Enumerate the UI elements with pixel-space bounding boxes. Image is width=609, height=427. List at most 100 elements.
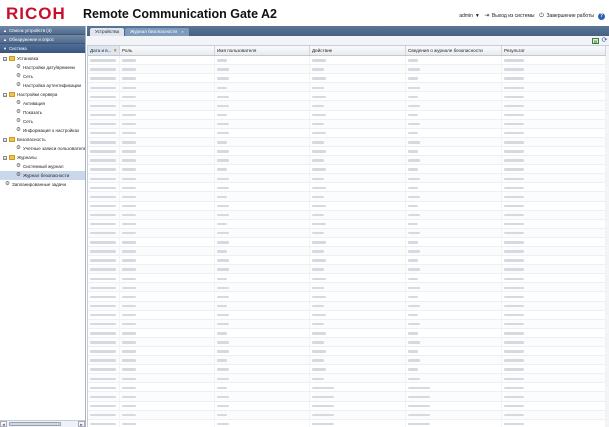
tree-item[interactable]: ⚙ Настройки дату/времени [0, 63, 85, 72]
table-row[interactable] [88, 156, 609, 166]
table-row[interactable] [88, 65, 609, 75]
tree-item[interactable]: – Безопасность [0, 135, 85, 144]
scroll-left-icon[interactable]: ◄ [0, 421, 7, 427]
table-cell [215, 328, 310, 338]
tab-devices[interactable]: Устройства [90, 28, 125, 36]
table-row[interactable] [88, 310, 609, 320]
close-icon[interactable]: × [181, 29, 183, 34]
table-row[interactable] [88, 301, 609, 311]
table-cell [215, 65, 310, 75]
table-row[interactable] [88, 137, 609, 147]
column-header-result[interactable]: Результат [502, 46, 606, 55]
table-row[interactable] [88, 292, 609, 302]
table-row[interactable] [88, 410, 609, 420]
tree-item-label: Системный журнал [23, 164, 64, 169]
table-cell [310, 119, 406, 129]
logout-button[interactable]: ⇥ Выход из системы [484, 13, 534, 19]
table-row[interactable] [88, 365, 609, 375]
blurred-value [312, 313, 326, 317]
table-row[interactable] [88, 374, 609, 384]
collapse-toggle-icon[interactable]: – [3, 155, 7, 160]
column-header-role[interactable]: Роль [120, 46, 215, 55]
blurred-value [90, 59, 116, 62]
table-row[interactable] [88, 128, 609, 138]
collapse-toggle-icon[interactable]: – [3, 137, 7, 142]
table-row[interactable] [88, 219, 609, 229]
table-cell [406, 174, 502, 184]
table-row[interactable] [88, 265, 609, 275]
table-row[interactable] [88, 283, 609, 293]
tree-item[interactable]: ⚙ Настройка аутентификации [0, 81, 85, 90]
table-row[interactable] [88, 183, 609, 193]
blurred-value [312, 95, 326, 99]
table-row[interactable] [88, 56, 609, 66]
tree-item[interactable]: ⚙ Сеть [0, 117, 85, 126]
table-row[interactable] [88, 165, 609, 175]
accordion-header[interactable]: ▼ Система [0, 44, 85, 53]
user-menu[interactable]: admin ▼ [459, 13, 480, 19]
tree-item[interactable]: – Журналы [0, 153, 85, 162]
tab-security-log[interactable]: Журнал безопасности × [125, 28, 189, 36]
tree-item[interactable]: ⚙ Системный журнал [0, 162, 85, 171]
table-cell [406, 119, 502, 129]
tree-item[interactable]: ⚙ Информация о настройках [0, 126, 85, 135]
tree-item[interactable]: ⚙ Сеть [0, 72, 85, 81]
table-row[interactable] [88, 210, 609, 220]
table-cell [215, 383, 310, 393]
scrollbar-thumb[interactable] [9, 422, 61, 426]
shutdown-button[interactable]: ⏻ Завершение работы [539, 13, 594, 19]
table-row[interactable] [88, 228, 609, 238]
table-row[interactable] [88, 237, 609, 247]
blurred-value [90, 222, 116, 226]
accordion-header[interactable]: ▲ Список устройств (4) [0, 26, 85, 35]
table-row[interactable] [88, 274, 609, 284]
accordion-header[interactable]: ▲ Обнаружение и опрос [0, 35, 85, 44]
scroll-right-icon[interactable]: ► [78, 421, 85, 427]
blurred-value [217, 113, 227, 117]
tree-item[interactable]: ⚙ Активация [0, 99, 85, 108]
table-row[interactable] [88, 192, 609, 202]
column-header-log-details[interactable]: Сведения о журнале безопасности [406, 46, 502, 55]
collapse-toggle-icon[interactable]: – [3, 92, 7, 97]
column-header-username[interactable]: Имя пользователя [215, 46, 310, 55]
tree-item[interactable]: ⚙ Запланированные задачи [0, 180, 85, 189]
table-row[interactable] [88, 383, 609, 393]
table-row[interactable] [88, 174, 609, 184]
column-header-action[interactable]: Действие [310, 46, 406, 55]
table-row[interactable] [88, 256, 609, 266]
tree-item[interactable]: – Настройки сервера [0, 90, 85, 99]
blurred-value [312, 186, 326, 189]
table-row[interactable] [88, 83, 609, 93]
table-row[interactable] [88, 110, 609, 120]
table-row[interactable] [88, 319, 609, 329]
blurred-value [408, 350, 418, 353]
table-row[interactable] [88, 74, 609, 84]
table-row[interactable] [88, 328, 609, 338]
table-row[interactable] [88, 92, 609, 102]
table-row[interactable] [88, 101, 609, 111]
collapse-toggle-icon[interactable]: – [3, 56, 7, 61]
table-row[interactable] [88, 201, 609, 211]
table-row[interactable] [88, 146, 609, 157]
table-cell [310, 210, 406, 220]
table-cell [310, 219, 406, 229]
table-row[interactable] [88, 337, 609, 347]
refresh-icon[interactable]: ⟳ [601, 37, 608, 45]
sidebar-horizontal-scrollbar[interactable]: ◄ ► [0, 420, 85, 427]
tree-item[interactable]: ⚙ Показать [0, 108, 85, 117]
tree-item[interactable]: ⚙ Учетные записи пользователей [0, 144, 85, 153]
table-row[interactable] [88, 401, 609, 411]
column-header-date[interactable]: Дата и в... ▼ [88, 46, 120, 55]
table-row[interactable] [88, 356, 609, 366]
table-row[interactable] [88, 347, 609, 357]
tree-item[interactable]: – Установка [0, 54, 85, 63]
table-row[interactable] [88, 419, 609, 427]
table-row[interactable] [88, 392, 609, 402]
table-cell [310, 356, 406, 366]
table-cell [120, 165, 215, 175]
help-icon[interactable]: ? [598, 12, 605, 20]
table-row[interactable] [88, 119, 609, 129]
export-csv-icon[interactable]: ▤ [592, 38, 599, 44]
tree-item[interactable]: ⚙ Журнал безопасности [0, 171, 85, 180]
table-row[interactable] [88, 246, 609, 257]
